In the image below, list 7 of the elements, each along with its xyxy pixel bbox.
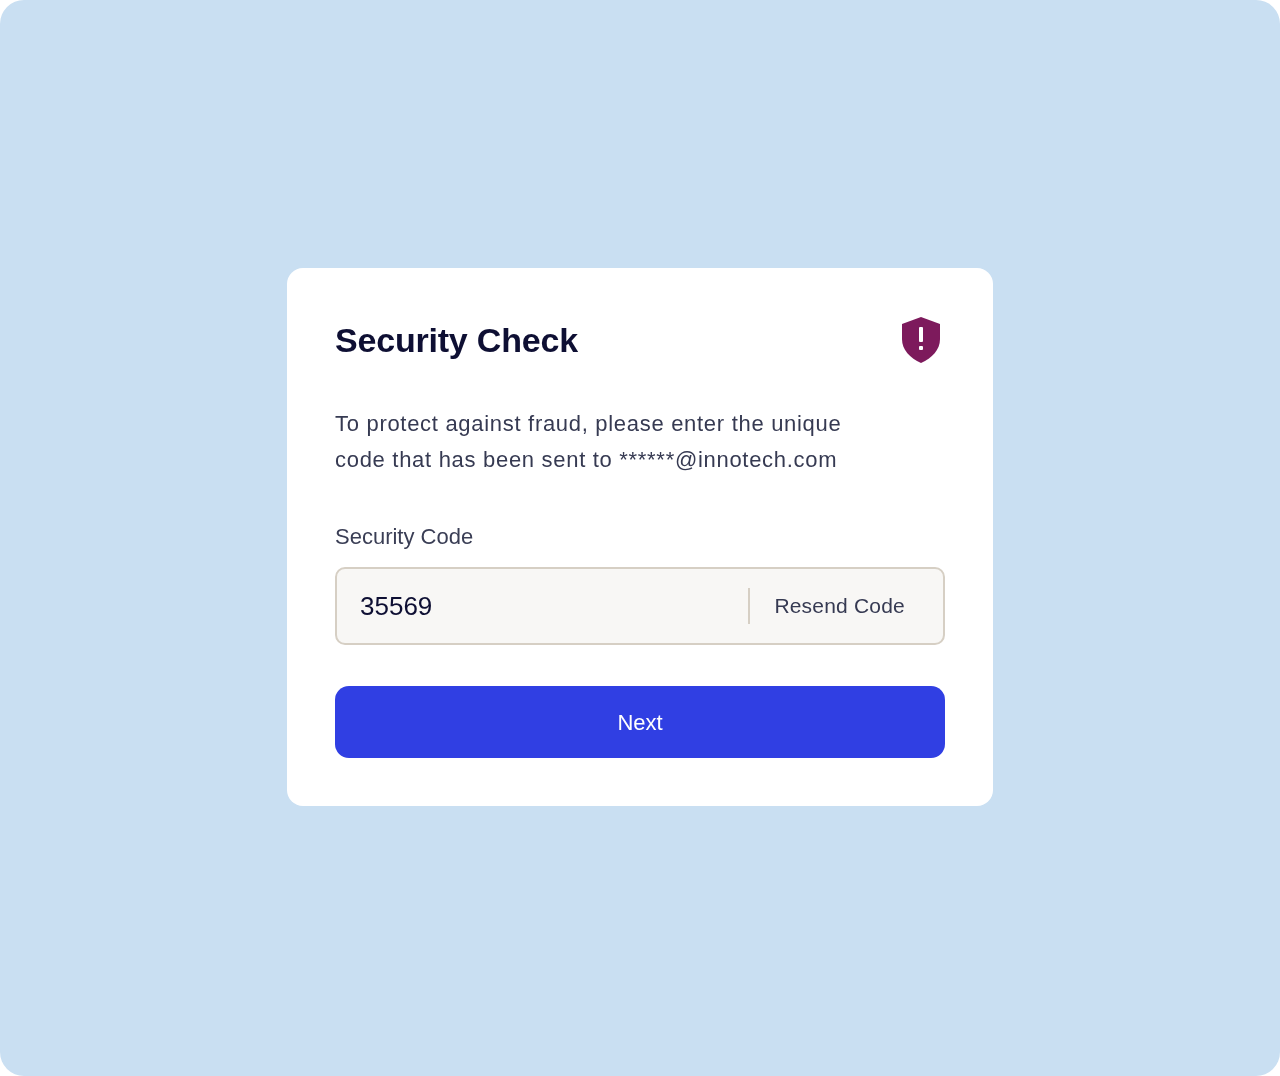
security-code-field[interactable]: 35569 Resend Code [335,567,945,645]
next-button[interactable]: Next [335,686,945,758]
resend-code-button[interactable]: Resend Code [774,590,905,622]
dialog-title: Security Check [335,320,578,361]
field-label: Security Code [335,523,475,551]
instruction-text: To protect against fraud, please enter the unique code that has been sent to ******@innotech.com [335,410,843,474]
shield-alert-icon [902,317,940,363]
